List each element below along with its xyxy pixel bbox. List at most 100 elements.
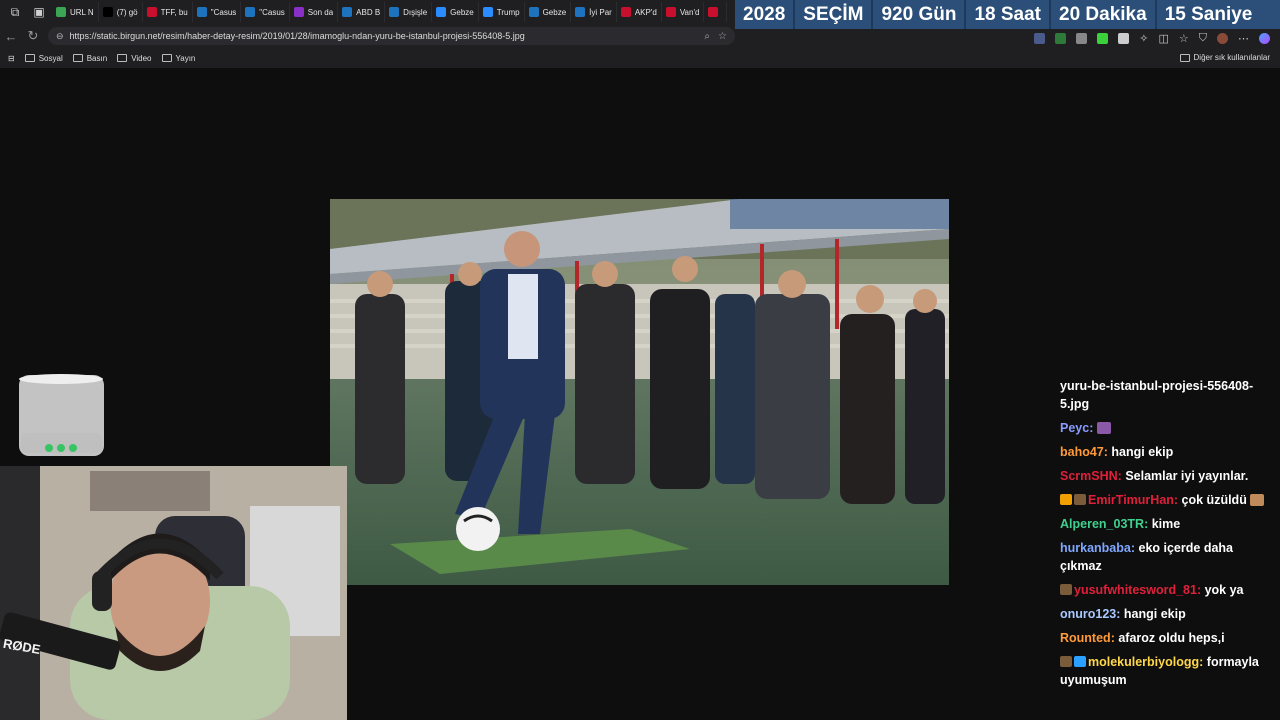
chat-badge-icon (1060, 656, 1072, 667)
circle-icon (482, 7, 493, 17)
chat-username[interactable]: Peyc (1060, 421, 1089, 435)
browser-tab[interactable]: Gebze (432, 2, 479, 22)
bookmark-folder-video[interactable]: Video (117, 54, 152, 63)
browser-tab[interactable] (704, 2, 728, 22)
tab-label: AKP'd (634, 7, 657, 17)
zoom-icon[interactable]: ⌕ (704, 31, 710, 42)
back-icon[interactable]: ← (0, 29, 22, 44)
browser-tab[interactable]: Van'd (662, 2, 705, 22)
chat-text: hangi ekip (1111, 445, 1174, 459)
folder-icon (24, 54, 35, 62)
folder-icon (72, 54, 83, 62)
browser-tab[interactable]: Trump (479, 2, 525, 22)
extension-icon[interactable] (1034, 33, 1046, 44)
refresh-icon[interactable]: ↻ (22, 28, 44, 44)
tab-actions-icon[interactable]: ▣ (30, 3, 48, 21)
chat-username[interactable]: yusufwhitesword_81 (1074, 583, 1197, 597)
browser-tab[interactable]: Son da (290, 2, 339, 22)
browser-tab[interactable]: Dışişle (385, 2, 433, 22)
other-bookmarks[interactable]: Diğer sık kullanılanlar (1179, 53, 1270, 62)
news-photo[interactable] (330, 199, 949, 585)
streamer-webcam: RØDE (0, 466, 347, 720)
browser-tab[interactable]: İyi Par (571, 2, 617, 22)
countdown-label: SEÇİM (795, 0, 874, 29)
tab-label: Gebze (542, 7, 567, 17)
t24-icon (196, 7, 207, 17)
browser-tab[interactable]: AKP'd (617, 2, 662, 22)
split-screen-icon[interactable]: ◫ (1158, 32, 1168, 45)
chat-username[interactable]: Alperen_03TR (1060, 517, 1144, 531)
tab-list: URL N (7) gö TFF, bu "Casus "Casus Son da ABD … (52, 2, 728, 22)
chat-separator: : (1116, 607, 1124, 621)
chat-username[interactable]: Rounted (1060, 631, 1111, 645)
bookmarks-menu-icon[interactable]: ⊟ (8, 54, 15, 63)
extension-icon[interactable] (1118, 33, 1130, 44)
tab-label: "Casus (259, 7, 285, 17)
favorite-star-icon[interactable]: ☆ (718, 31, 727, 42)
browser-tab[interactable]: "Casus (193, 2, 242, 22)
news-icon (146, 7, 157, 17)
circle-icon (436, 7, 447, 17)
browser-tab[interactable]: ABD B (338, 2, 386, 22)
chat-text: çok üzüldü (1181, 493, 1247, 507)
chat-emote-icon (1096, 422, 1111, 434)
countdown-days: 920 Gün (873, 0, 967, 29)
b-icon (620, 7, 631, 17)
countdown-year: 2028 (735, 0, 796, 29)
bookmark-folder-basin[interactable]: Basın (72, 54, 107, 63)
chat-username[interactable]: baho47 (1060, 445, 1104, 459)
browser-tab[interactable]: URL N (52, 2, 99, 22)
news-icon (708, 7, 719, 17)
favorites-icon[interactable]: ☆ (1179, 32, 1189, 45)
workspaces-icon[interactable]: ⧉ (6, 3, 24, 21)
address-bar-row: ← ↻ ⊖ https://static.birgun.net/resim/ha… (0, 24, 735, 48)
tab-label: ABD B (356, 7, 381, 17)
t24-icon (245, 7, 256, 17)
bookmarks-bar: ⊟ Sosyal Basın Video Yayın Diğer sık kul… (0, 48, 1280, 68)
chat-username[interactable]: onuro123 (1060, 607, 1116, 621)
chat-separator: : (1173, 493, 1182, 507)
url-text[interactable]: https://static.birgun.net/resim/haber-de… (70, 31, 705, 41)
browser-tab[interactable]: (7) gö (99, 2, 143, 22)
extension-icon[interactable] (1055, 33, 1067, 44)
chat-message: baho47: hangi ekip (1060, 443, 1272, 461)
chat-message: onuro123: hangi ekip (1060, 605, 1272, 623)
profile-avatar[interactable] (1217, 33, 1228, 44)
chat-message: ScrmSHN: Selamlar iyi yayınlar. (1060, 467, 1272, 485)
browser-essentials-icon[interactable]: ⛉ (1199, 32, 1207, 45)
copilot-icon[interactable] (1259, 33, 1270, 44)
chat-username[interactable]: ScrmSHN (1060, 469, 1118, 483)
address-bar[interactable]: ⊖ https://static.birgun.net/resim/haber-… (48, 27, 735, 45)
chat-separator: : (1196, 583, 1205, 597)
tab-label: Gebze (450, 7, 474, 17)
browser-tab[interactable]: Gebze (525, 2, 572, 22)
chat-username[interactable]: molekulerbiyologg (1088, 655, 1199, 669)
chat-message: Alperen_03TR: kime (1060, 515, 1272, 533)
browser-tab[interactable]: "Casus (241, 2, 290, 22)
t24-icon (528, 7, 539, 17)
extensions-toolbar: ✧ ◫ ☆ ⛉ ⋯ (735, 29, 1280, 48)
extensions-puzzle-icon[interactable]: ✧ (1139, 32, 1148, 45)
chat-text: afaroz oldu heps,i (1118, 631, 1225, 645)
bookmark-folder-sosyal[interactable]: Sosyal (24, 54, 63, 63)
more-menu-icon[interactable]: ⋯ (1238, 32, 1249, 45)
tab-strip: ⧉ ▣ URL N (7) gö TFF, bu "Casus "Casus Son da… (0, 0, 735, 24)
chat-message: yusufwhitesword_81: yok ya (1060, 581, 1272, 599)
cup-overlay-widget (17, 373, 106, 458)
chat-username[interactable]: EmirTimurHan (1088, 493, 1174, 507)
browser-tab[interactable]: TFF, bu (143, 2, 193, 22)
folder-icon (117, 54, 128, 62)
chat-badge-icon (1060, 494, 1072, 505)
tab-label: "Casus (210, 7, 237, 17)
extension-icon[interactable] (1097, 33, 1109, 44)
site-info-icon[interactable]: ⊖ (56, 31, 64, 42)
folder-icon (161, 54, 172, 62)
tab-label: URL N (70, 7, 94, 17)
tab-label: İyi Par (589, 7, 612, 17)
bookmark-folder-yayin[interactable]: Yayın (161, 54, 195, 63)
football-field-photo (330, 199, 949, 585)
chat-username[interactable]: hurkanbaba (1060, 541, 1131, 555)
tab-label: Trump (496, 7, 520, 17)
chat-separator: : (1144, 517, 1152, 531)
extension-icon[interactable] (1076, 33, 1088, 44)
